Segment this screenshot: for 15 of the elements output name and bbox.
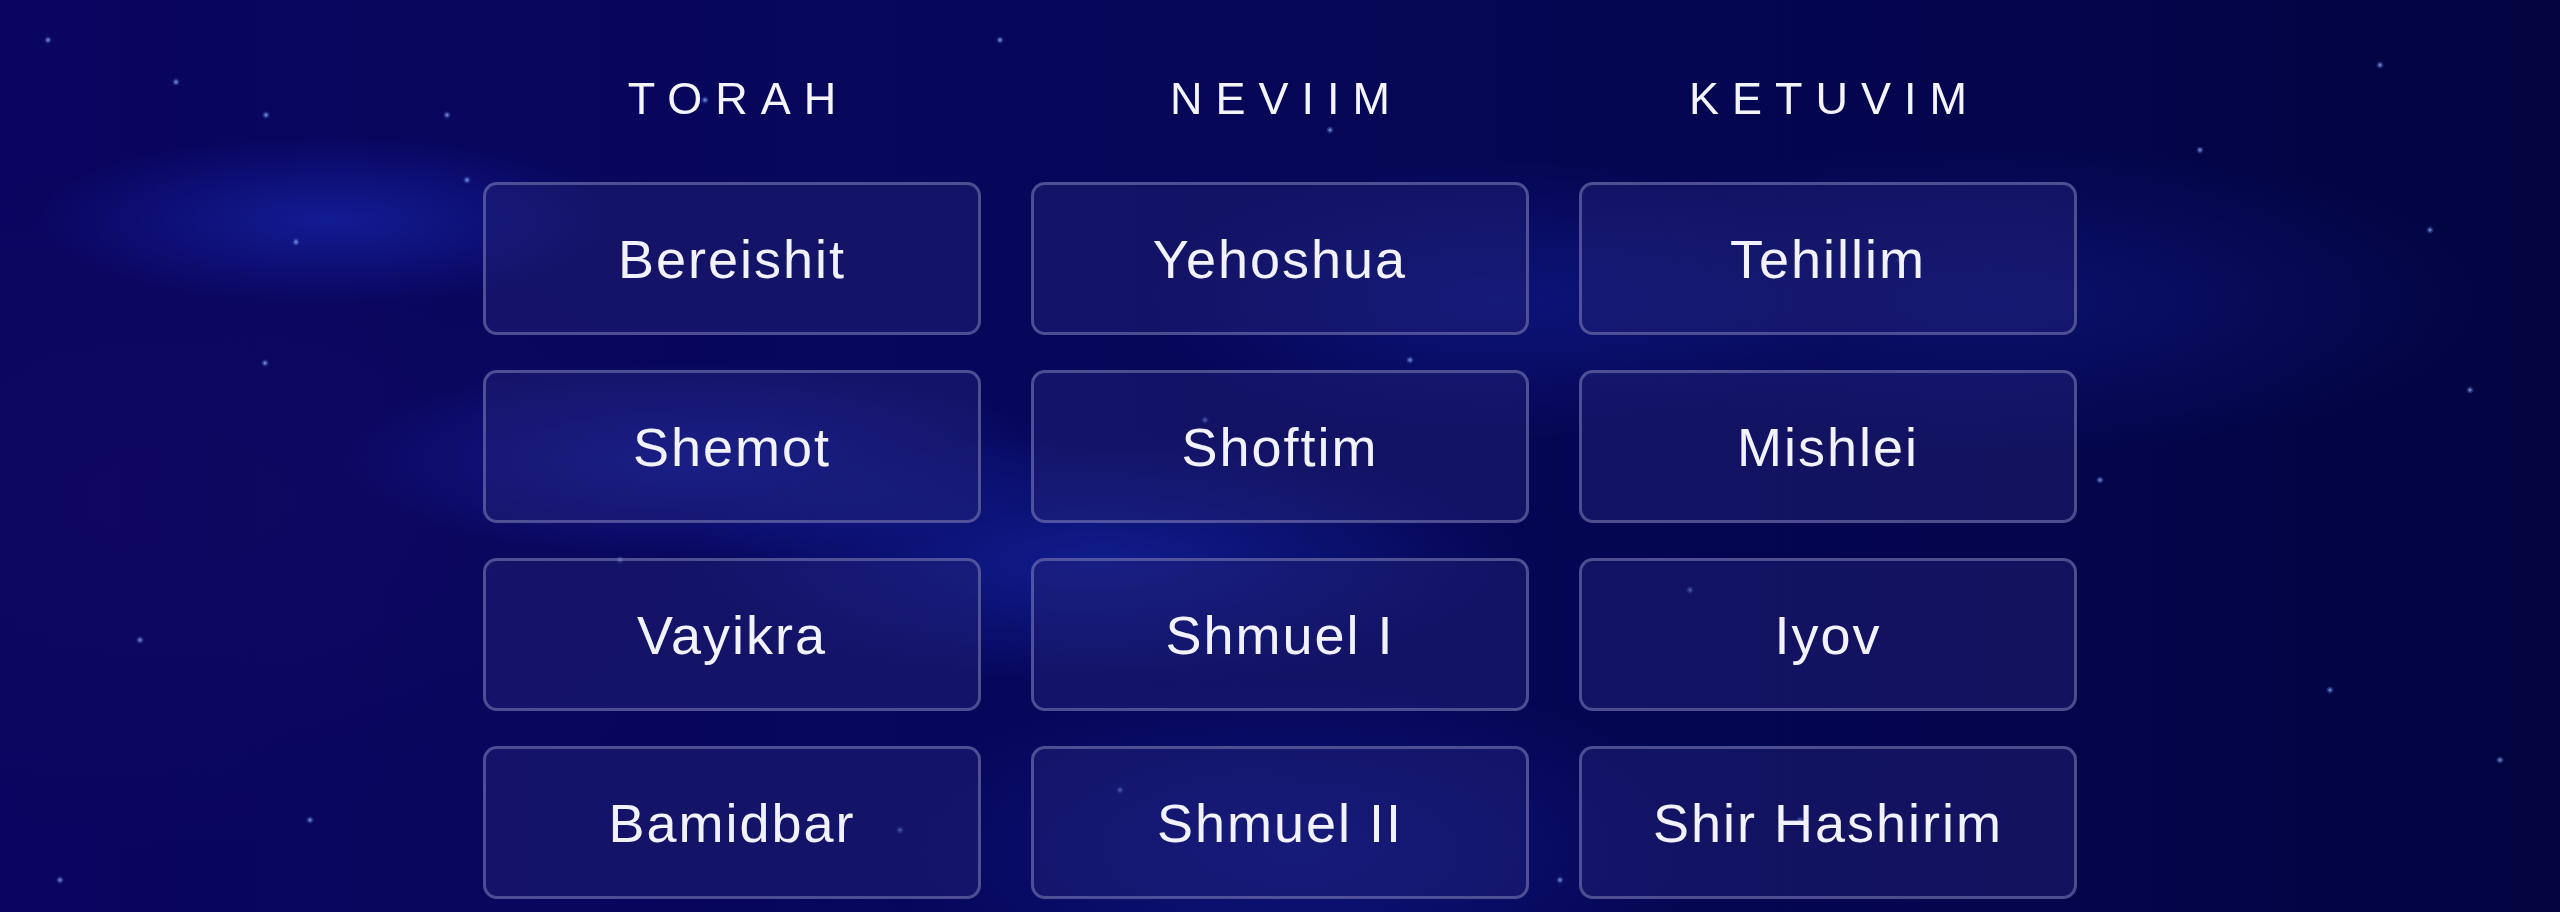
- book-button[interactable]: Bereishit: [483, 182, 981, 335]
- book-button[interactable]: Shoftim: [1031, 370, 1529, 523]
- book-button[interactable]: Vayikra: [483, 558, 981, 711]
- section-heading: KETUVIM: [1688, 72, 1980, 126]
- section-heading: NEVIIM: [1169, 72, 1403, 126]
- book-button[interactable]: Iyov: [1579, 558, 2077, 711]
- book-button[interactable]: Shmuel II: [1031, 746, 1529, 899]
- book-button[interactable]: Shir Hashirim: [1579, 746, 2077, 899]
- book-button[interactable]: Yehoshua: [1031, 182, 1529, 335]
- book-button[interactable]: Shmuel I: [1031, 558, 1529, 711]
- book-button[interactable]: Tehillim: [1579, 182, 2077, 335]
- book-button[interactable]: Bamidbar: [483, 746, 981, 899]
- book-button[interactable]: Shemot: [483, 370, 981, 523]
- section-heading: TORAH: [626, 72, 850, 126]
- book-button[interactable]: Mishlei: [1579, 370, 2077, 523]
